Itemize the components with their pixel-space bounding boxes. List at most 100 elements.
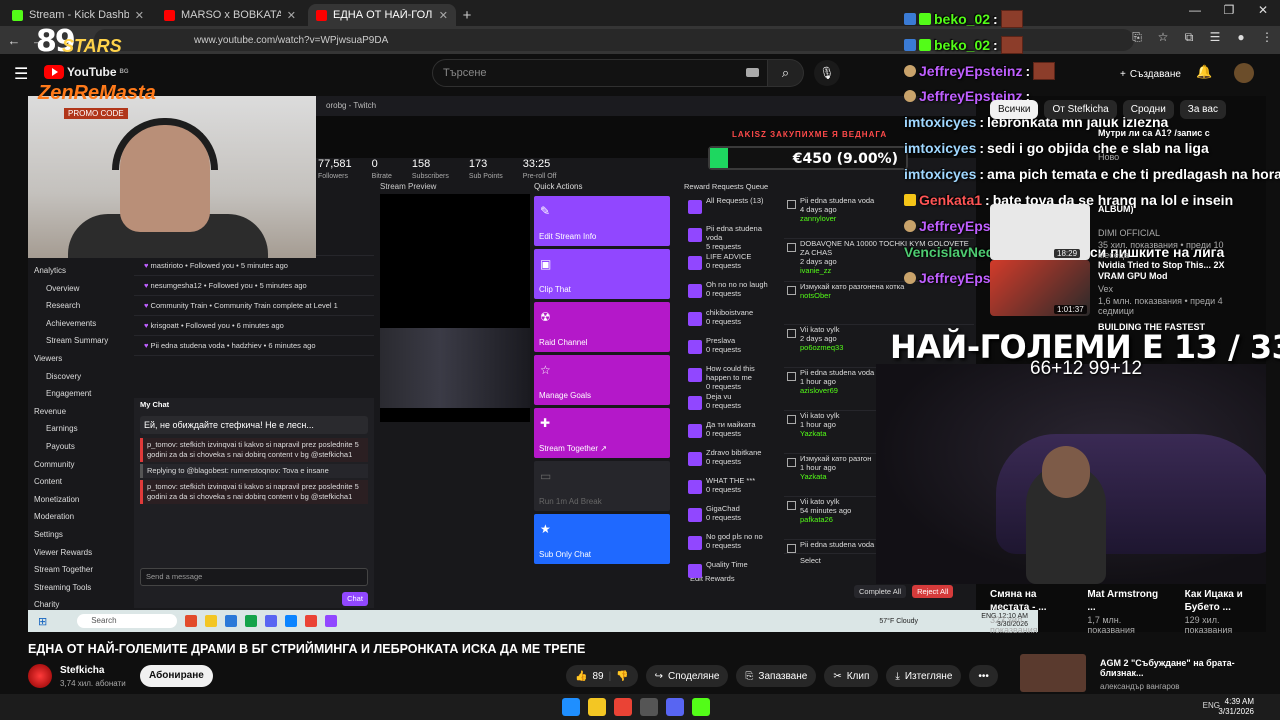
channel-avatar[interactable] xyxy=(28,664,52,688)
sidebar-item[interactable]: Stream Together xyxy=(28,561,130,579)
sidebar-item[interactable]: Research xyxy=(28,297,130,315)
list-item[interactable]: All Requests (13) xyxy=(684,196,780,224)
search-button[interactable]: ⌕ xyxy=(768,59,804,87)
action-edit-stream[interactable]: ✎ Edit Stream Info xyxy=(534,196,670,246)
rec-title: Как Ицака и Бубето ... xyxy=(1184,589,1243,613)
action-clip[interactable]: ▣ Clip That xyxy=(534,249,670,299)
sidebar-item[interactable]: Analytics xyxy=(28,262,130,280)
list-item[interactable]: Quality Time xyxy=(684,560,780,578)
chip-all[interactable]: Всички xyxy=(990,100,1039,119)
sidebar-item[interactable]: Content xyxy=(28,473,130,491)
more-button[interactable]: ••• xyxy=(969,665,998,687)
sidebar-item[interactable]: Earnings xyxy=(28,420,130,438)
chrome-icon[interactable] xyxy=(614,698,632,716)
back-icon[interactable]: ← xyxy=(2,33,26,48)
close-icon[interactable]: ✕ xyxy=(135,9,144,22)
sidebar-item[interactable]: Monetization xyxy=(28,491,130,509)
like-button[interactable]: 👍 89 | 👎 xyxy=(566,665,638,687)
taskbar-language[interactable]: ENG xyxy=(1203,701,1220,710)
list-item[interactable]: How could this happen to me 0 requests xyxy=(684,364,780,392)
list-item[interactable]: WHAT THE *** 0 requests xyxy=(684,476,780,504)
thumbs-down-icon[interactable]: 👎 xyxy=(616,671,628,682)
sidebar-item[interactable]: Settings xyxy=(28,526,130,544)
recommended-video[interactable]: AGM 2 "Събуждане" на брата-близнак... ал… xyxy=(990,654,1250,694)
rec-views: 129 хил. показвания xyxy=(1184,615,1233,635)
save-button[interactable]: ⎘ Запазване xyxy=(736,665,817,687)
new-tab-icon[interactable]: + xyxy=(456,4,478,26)
folder-icon[interactable] xyxy=(588,698,606,716)
recommended-video[interactable]: 18:29 ALBUM) DIMI OFFICIAL 35 хил. показ… xyxy=(990,204,1246,264)
list-item[interactable]: Oh no no no laugh 0 requests xyxy=(684,280,780,308)
voice-search-button[interactable]: 🎙 xyxy=(814,60,840,86)
close-icon[interactable]: ✕ xyxy=(287,9,296,22)
sidebar-item[interactable]: Community xyxy=(28,456,130,474)
reject-all-button[interactable]: Reject All xyxy=(912,585,954,598)
list-item[interactable]: Да ти майката 0 requests xyxy=(684,420,780,448)
star-icon: ★ xyxy=(540,522,551,536)
sidebar-item[interactable]: Overview xyxy=(28,280,130,298)
list-item[interactable]: chikiboistvane 0 requests xyxy=(684,308,780,336)
chat-input[interactable]: Send a message xyxy=(140,568,368,586)
discord-icon[interactable] xyxy=(666,698,684,716)
share-button[interactable]: ↪ Споделяне xyxy=(645,665,729,687)
sidebar-item[interactable]: Moderation xyxy=(28,508,130,526)
sidebar-item[interactable]: Viewers xyxy=(28,350,130,368)
list-item[interactable]: Preslava 0 requests xyxy=(684,336,780,364)
search-input[interactable] xyxy=(433,60,733,86)
mic-icon: 🎙 xyxy=(819,66,835,80)
browser-tab-marso[interactable]: MARSO x BOBKATA - WOW [O ✕ xyxy=(156,4,304,26)
chip-related[interactable]: Сродни xyxy=(1122,100,1174,119)
keyboard-icon[interactable] xyxy=(746,68,759,77)
reward-list: Reward Requests Queue All Requests (13) … xyxy=(684,182,780,602)
channel-name[interactable]: Stefkicha xyxy=(60,665,104,676)
sidebar-item[interactable]: Revenue xyxy=(28,403,130,421)
chat-message: Replying to @blagobest: rumenstoqnov: To… xyxy=(140,464,368,478)
chat-send-button[interactable]: Chat xyxy=(342,592,368,606)
recommended-video[interactable]: 1:01:37 Nvidia Tried to Stop This... 2X … xyxy=(990,260,1246,320)
browser-tab-kick[interactable]: Stream - Kick Dashboard ✕ xyxy=(4,4,152,26)
browser-tab-active[interactable]: ЕДНА ОТ НАЙ-ГОЛЕМИТЕ ✕ xyxy=(308,4,456,26)
donation-progress-fill xyxy=(710,148,728,168)
sidebar-item[interactable]: Streaming Tools xyxy=(28,579,130,597)
menu-icon[interactable]: ☰ xyxy=(14,64,28,84)
sidebar-item[interactable]: Discovery xyxy=(28,368,130,386)
clip-button[interactable]: ✂ Клип xyxy=(824,665,879,687)
action-stream-together[interactable]: ✚ Stream Together ↗ xyxy=(534,408,670,458)
action-raid[interactable]: ☢ Raid Channel xyxy=(534,302,670,352)
chip-for-you[interactable]: За вас xyxy=(1179,100,1226,119)
recommended-video[interactable]: Mat Armstrong ... 1,7 млн. показвания xyxy=(1087,588,1162,638)
steam-icon[interactable] xyxy=(640,698,658,716)
sidebar-item[interactable]: Viewer Rewards xyxy=(28,544,130,562)
donation-amount: €450 (9.00%) xyxy=(792,151,898,167)
list-item[interactable]: GigaChad 0 requests xyxy=(684,504,780,532)
recommended-video[interactable]: Мутри ли са А1? /запис с Ново xyxy=(990,128,1246,188)
recommended-video[interactable]: BUILDING THE FASTEST xyxy=(990,322,1246,382)
list-item[interactable]: LIFE ADVICE 0 requests xyxy=(684,252,780,280)
sidebar-item[interactable]: Payouts xyxy=(28,438,130,456)
list-item[interactable]: Deja vu 0 requests xyxy=(684,392,780,420)
close-icon[interactable]: ✕ xyxy=(439,9,448,22)
windows-icon[interactable] xyxy=(562,698,580,716)
taskbar-clock[interactable]: 4:39 AM 3/31/2026 xyxy=(1218,697,1254,717)
sidebar-item[interactable]: Achievements xyxy=(28,315,130,333)
list-item[interactable]: No god pls no no 0 requests xyxy=(684,532,780,560)
sidebar-item[interactable]: Engagement xyxy=(28,385,130,403)
obs-icon[interactable] xyxy=(692,698,710,716)
download-button[interactable]: ⤓ Изтегляне xyxy=(886,665,962,687)
action-sub-only[interactable]: ★ Sub Only Chat xyxy=(534,514,670,564)
complete-all-button[interactable]: Complete All xyxy=(854,585,907,598)
action-ad-break[interactable]: ▭ Run 1m Ad Break xyxy=(534,461,670,511)
subscribe-button[interactable]: Абониране xyxy=(140,665,213,687)
pinned-message: Ей, не обиждайте стефкича! Не е лесн... xyxy=(140,416,368,434)
rec-channel: александър вангаров xyxy=(1100,682,1180,691)
action-goals[interactable]: ☆ Manage Goals xyxy=(534,355,670,405)
recommended-video[interactable]: Смяна на местата - ... 323 хил. показван… xyxy=(990,588,1065,638)
recommended-video[interactable]: Как Ицака и Бубето ... 129 хил. показван… xyxy=(1185,588,1260,638)
list-item[interactable]: Pii edna studena voda 5 requests xyxy=(684,224,780,252)
chip-channel[interactable]: От Stefkicha xyxy=(1044,100,1117,119)
url-text: www.youtube.com/watch?v=WPjwsuaP9DA xyxy=(194,34,389,46)
list-item[interactable]: Zdravo bibitkane 0 requests xyxy=(684,448,780,476)
video-taskbar-search: Search xyxy=(77,614,178,628)
list-item: Community Train • Community Train comple… xyxy=(134,296,374,316)
sidebar-item[interactable]: Stream Summary xyxy=(28,332,130,350)
